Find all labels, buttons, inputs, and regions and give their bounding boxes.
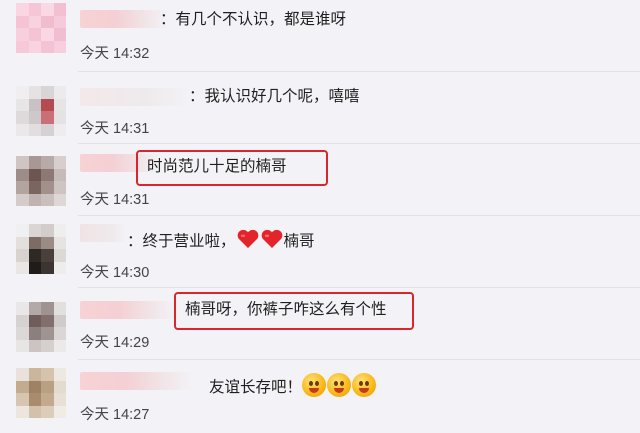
commenter-name-blurred[interactable] bbox=[80, 224, 126, 242]
avatar[interactable] bbox=[16, 3, 66, 53]
comment-row[interactable]: 楠哥呀，你裤子咋这么有个性 今天 14:29 bbox=[0, 288, 640, 360]
red-heart-icon bbox=[261, 229, 282, 248]
comment-time: 今天 14:30 bbox=[80, 265, 150, 281]
avatar[interactable] bbox=[16, 86, 66, 136]
avatar[interactable] bbox=[16, 368, 66, 418]
comment-row[interactable]: ：我认识好几个呢，嘻嘻 今天 14:31 bbox=[0, 72, 640, 144]
comment-text: ：我认识好几个呢，嘻嘻 bbox=[189, 88, 360, 105]
comment-text: 楠哥呀，你裤子咋这么有个性 bbox=[185, 301, 387, 318]
comment-time: 今天 14:31 bbox=[80, 121, 150, 137]
comment-text: ：终于营业啦， 楠哥 bbox=[127, 229, 315, 252]
comment-list: ：有几个不认识，都是谁呀 今天 14:32 ：我认识好几个呢，嘻嘻 今天 14:… bbox=[0, 0, 640, 433]
avatar[interactable] bbox=[16, 302, 66, 352]
commenter-name-blurred[interactable] bbox=[80, 301, 176, 319]
comment-row[interactable]: ：有几个不认识，都是谁呀 今天 14:32 bbox=[0, 0, 640, 72]
yum-face-icon bbox=[352, 373, 377, 397]
commenter-name-blurred[interactable] bbox=[80, 88, 190, 106]
red-heart-icon bbox=[237, 229, 258, 248]
comment-time: 今天 14:27 bbox=[80, 407, 150, 423]
comment-row[interactable]: 时尚范儿十足的楠哥 今天 14:31 bbox=[0, 144, 640, 216]
comment-time: 今天 14:29 bbox=[80, 335, 150, 351]
comment-time: 今天 14:31 bbox=[80, 192, 150, 208]
avatar[interactable] bbox=[16, 156, 66, 206]
avatar[interactable] bbox=[16, 224, 66, 274]
comment-text-prefix: ：终于营业啦， bbox=[127, 233, 236, 250]
comment-text-body: 友谊长存吧！ bbox=[209, 379, 303, 396]
yum-face-icon bbox=[327, 373, 352, 397]
comment-text: 时尚范儿十足的楠哥 bbox=[147, 158, 287, 175]
commenter-name-blurred[interactable] bbox=[80, 10, 168, 28]
comment-row[interactable]: 友谊长存吧！ 今天 14:27 bbox=[0, 360, 640, 432]
comment-text-suffix: 楠哥 bbox=[283, 233, 315, 250]
comment-row[interactable]: ：终于营业啦， 楠哥 今天 14:30 bbox=[0, 216, 640, 288]
comment-text: ：有几个不认识，都是谁呀 bbox=[160, 11, 347, 28]
comment-text: 友谊长存吧！ bbox=[209, 373, 377, 398]
commenter-name-blurred[interactable] bbox=[80, 372, 192, 390]
comment-time: 今天 14:32 bbox=[80, 46, 150, 62]
yum-face-icon bbox=[302, 373, 327, 397]
